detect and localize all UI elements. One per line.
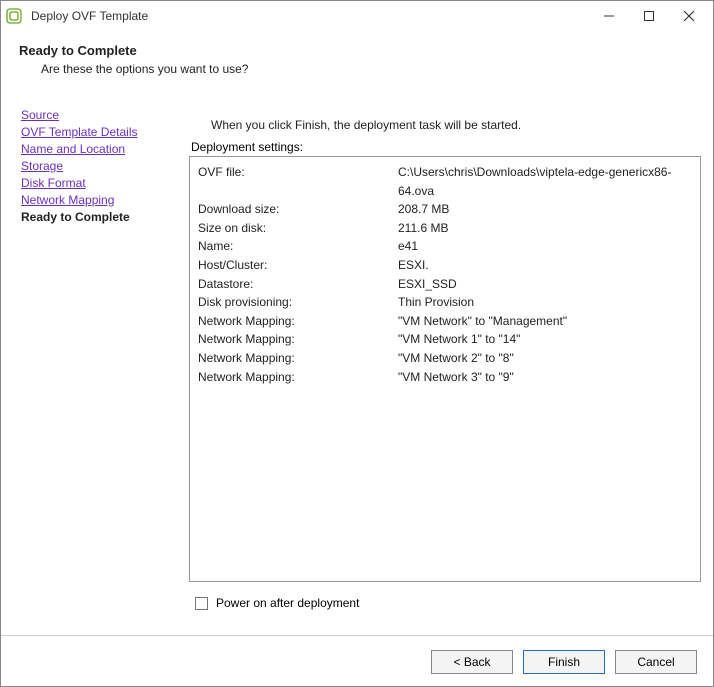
row-key: Download size: — [198, 200, 398, 219]
row-value: "VM Network" to "Management" — [398, 312, 692, 331]
page-subtitle: Are these the options you want to use? — [41, 62, 695, 76]
row-value: C:\Users\chris\Downloads\viptela-edge-ge… — [398, 163, 692, 200]
back-button[interactable]: < Back — [431, 650, 513, 674]
maximize-button[interactable] — [629, 2, 669, 30]
titlebar: Deploy OVF Template — [1, 1, 713, 31]
row-host-cluster: Host/Cluster:ESXI. — [198, 256, 692, 275]
row-key: Size on disk: — [198, 219, 398, 238]
row-key: Host/Cluster: — [198, 256, 398, 275]
row-key: Network Mapping: — [198, 349, 398, 368]
page-title: Ready to Complete — [19, 43, 695, 58]
intro-text: When you click Finish, the deployment ta… — [211, 118, 701, 132]
row-disk-provisioning: Disk provisioning:Thin Provision — [198, 293, 692, 312]
row-name: Name:e41 — [198, 237, 692, 256]
row-value: ESXI_SSD — [398, 275, 692, 294]
power-on-checkbox[interactable] — [195, 597, 208, 610]
cancel-button[interactable]: Cancel — [615, 650, 697, 674]
row-key: Name: — [198, 237, 398, 256]
row-key: Network Mapping: — [198, 368, 398, 387]
window-title: Deploy OVF Template — [31, 9, 589, 23]
vsphere-icon — [5, 7, 23, 25]
row-value: 208.7 MB — [398, 200, 692, 219]
power-on-label: Power on after deployment — [216, 596, 359, 610]
row-key: OVF file: — [198, 163, 398, 200]
row-value: Thin Provision — [398, 293, 692, 312]
nav-link-storage[interactable]: Storage — [21, 159, 185, 173]
nav-current: Ready to Complete — [21, 210, 185, 224]
row-value: "VM Network 3" to "9" — [398, 368, 692, 387]
row-value: 211.6 MB — [398, 219, 692, 238]
finish-button[interactable]: Finish — [523, 650, 605, 674]
nav-link-network-mapping[interactable]: Network Mapping — [21, 193, 185, 207]
row-netmap-3: Network Mapping:"VM Network 3" to "9" — [198, 368, 692, 387]
row-netmap-1: Network Mapping:"VM Network 1" to "14" — [198, 330, 692, 349]
content-col: When you click Finish, the deployment ta… — [189, 108, 701, 610]
row-value: "VM Network 1" to "14" — [398, 330, 692, 349]
settings-box: OVF file:C:\Users\chris\Downloads\viptel… — [189, 156, 701, 582]
power-on-row: Power on after deployment — [195, 596, 701, 610]
wizard-nav: Source OVF Template Details Name and Loc… — [13, 108, 189, 610]
minimize-button[interactable] — [589, 2, 629, 30]
button-row: < Back Finish Cancel — [431, 650, 697, 674]
nav-link-source[interactable]: Source — [21, 108, 185, 122]
group-label: Deployment settings: — [191, 140, 701, 154]
row-value: ESXI. — [398, 256, 692, 275]
row-key: Disk provisioning: — [198, 293, 398, 312]
row-key: Network Mapping: — [198, 330, 398, 349]
close-button[interactable] — [669, 2, 709, 30]
row-netmap-2: Network Mapping:"VM Network 2" to "8" — [198, 349, 692, 368]
row-size-on-disk: Size on disk:211.6 MB — [198, 219, 692, 238]
main-row: Source OVF Template Details Name and Loc… — [1, 108, 713, 610]
nav-link-name-location[interactable]: Name and Location — [21, 142, 185, 156]
row-key: Network Mapping: — [198, 312, 398, 331]
row-datastore: Datastore:ESXI_SSD — [198, 275, 692, 294]
footer-divider — [1, 635, 713, 636]
nav-link-ovf-details[interactable]: OVF Template Details — [21, 125, 185, 139]
row-value: "VM Network 2" to "8" — [398, 349, 692, 368]
row-value: e41 — [398, 237, 692, 256]
row-key: Datastore: — [198, 275, 398, 294]
nav-link-disk-format[interactable]: Disk Format — [21, 176, 185, 190]
row-netmap-0: Network Mapping:"VM Network" to "Managem… — [198, 312, 692, 331]
row-ovf-file: OVF file:C:\Users\chris\Downloads\viptel… — [198, 163, 692, 200]
row-download-size: Download size:208.7 MB — [198, 200, 692, 219]
heading-block: Ready to Complete Are these the options … — [1, 31, 713, 82]
